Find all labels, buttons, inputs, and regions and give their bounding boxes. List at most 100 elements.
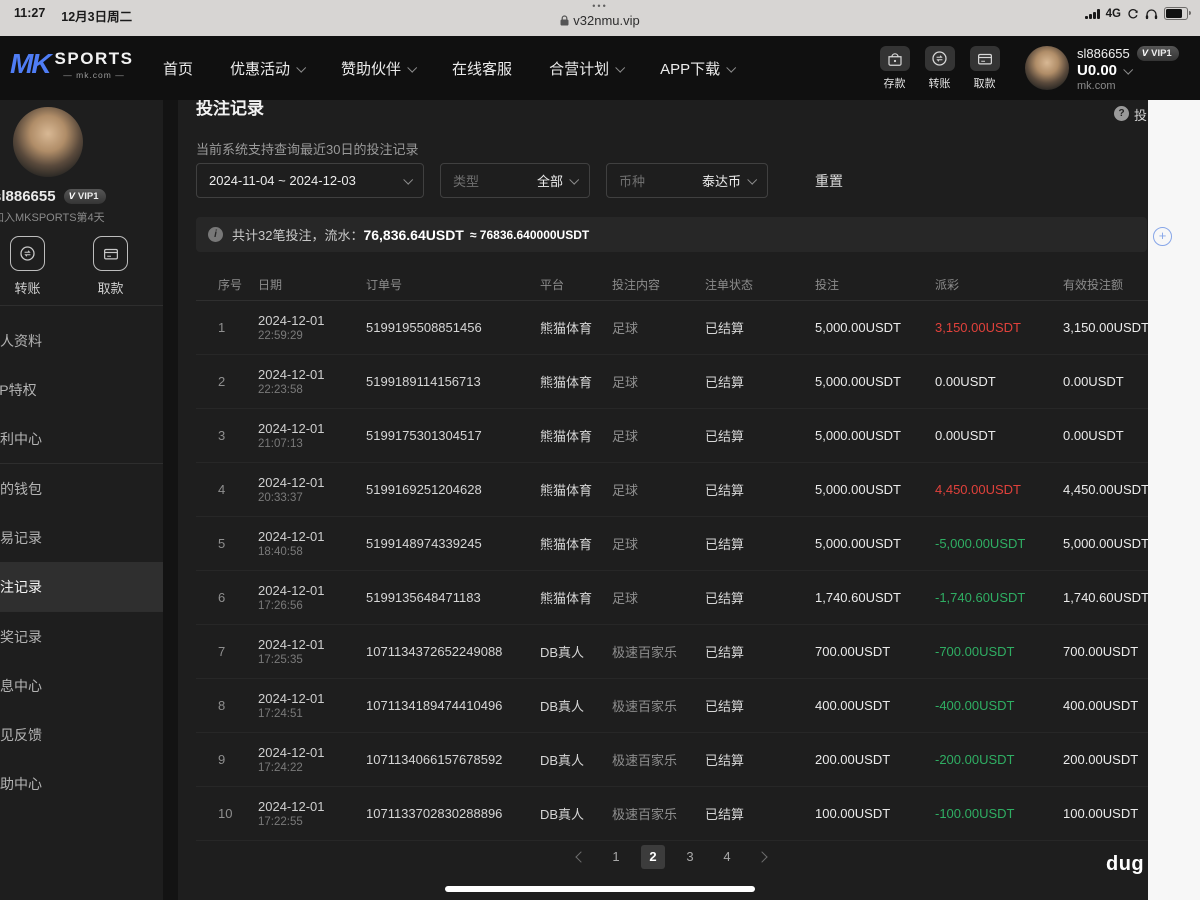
balance-dropdown[interactable]: U0.00 (1077, 62, 1179, 79)
signal-icon (1085, 8, 1100, 19)
add-circle-icon[interactable]: + (1153, 227, 1172, 246)
cell-date: 2024-12-01 17:25:35 (258, 637, 366, 667)
nav-quick-actions: 存款 转账 取款 (872, 46, 1007, 91)
username: sl886655 (1077, 46, 1130, 61)
sidebar-item-label: 我的钱包 (0, 480, 42, 497)
date-range-picker[interactable]: 2024-11-04 ~ 2024-12-03 (196, 163, 424, 198)
cell-status: 已结算 (705, 429, 745, 444)
chevron-down-icon (403, 174, 414, 185)
deposit-icon (879, 46, 910, 71)
cell-status: 已结算 (705, 537, 745, 552)
table-row: 2 2024-12-01 22:23:58 5199189114156713 熊猫体育足… (196, 355, 1200, 409)
page-button-2[interactable]: 2 (641, 845, 665, 869)
cell-content: 极速百家乐 (612, 699, 678, 714)
help-icon[interactable]: ? (1114, 106, 1129, 121)
address-bar[interactable]: v32nmu.vip (0, 13, 1200, 28)
date-value: 2024-12-01 (258, 582, 325, 598)
sidebar-avatar[interactable] (13, 107, 83, 177)
quick-action-存款[interactable]: 存款 (872, 46, 917, 91)
nav-item-1[interactable]: 首页 (163, 58, 193, 79)
avatar[interactable] (1025, 46, 1069, 90)
cell-date: 2024-12-01 17:26:56 (258, 583, 366, 613)
sidebar-item-个人资料[interactable]: 个人资料 (0, 316, 163, 365)
quick-action-转账[interactable]: 转账 (917, 46, 962, 91)
divider (0, 305, 163, 306)
sidebar-item-消息中心[interactable]: 消息中心 (0, 661, 163, 710)
sidebar-item-福利中心[interactable]: 福利中心 (0, 414, 163, 463)
cell-status: 已结算 (705, 321, 745, 336)
date-value: 2024-12-01 (258, 312, 325, 328)
sidebar-item-我的钱包[interactable]: 我的钱包 (0, 464, 163, 513)
sidebar-item-帮助中心[interactable]: 帮助中心 (0, 759, 163, 808)
prev-page-button[interactable] (575, 851, 587, 863)
type-value: 全部 (536, 174, 563, 189)
currency-select[interactable]: 币种 泰达币 (606, 163, 768, 198)
sidebar-item-VIP特权[interactable]: VIP特权 (0, 365, 163, 414)
nav-right: 存款 转账 取款 sl886655 V VIP1 U0.00 mk.com (872, 46, 1179, 92)
cell-payout: -5,000.00USDT (935, 536, 1026, 551)
cell-date: 2024-12-01 18:40:58 (258, 529, 366, 559)
sidebar-item-中奖记录[interactable]: 中奖记录 (0, 612, 163, 661)
chevron-down-icon (747, 174, 758, 185)
cell-payout: 3,150.00USDT (935, 320, 1021, 335)
type-select[interactable]: 类型 全部 (440, 163, 590, 198)
nav-item-5[interactable]: 合营计划 (549, 58, 626, 79)
nav-item-3[interactable]: 赞助伙伴 (341, 58, 418, 79)
table-row: 6 2024-12-01 17:26:56 5199135648471183 熊猫体育足… (196, 571, 1200, 625)
home-indicator[interactable] (445, 886, 755, 892)
page-button-4[interactable]: 4 (715, 845, 739, 869)
top-nav: MK SPORTS — mk.com — 首页 优惠活动 赞助伙伴 在线客服 合营计划 A… (0, 36, 1200, 100)
menu-group-2: 我的钱包交易记录投注记录 (0, 464, 163, 611)
date-value: 2024-12-01 (258, 744, 325, 760)
next-page-button[interactable] (756, 851, 768, 863)
quick-action-取款[interactable]: 取款 (962, 46, 1007, 91)
cell-date: 2024-12-01 22:23:58 (258, 367, 366, 397)
summary-amount: 76,836.64USDT (363, 226, 464, 243)
column-header-2: 日期 (258, 277, 283, 292)
brand-logo[interactable]: MK SPORTS — mk.com — (10, 48, 133, 80)
info-icon: i (208, 227, 223, 242)
cell-bet: 100.00USDT (815, 806, 891, 821)
sidebar-action-转账[interactable]: 转账 (10, 236, 45, 297)
nav-item-6[interactable]: APP下载 (660, 58, 737, 79)
nav-item-4[interactable]: 在线客服 (452, 58, 512, 79)
browser-menu-dots[interactable]: ••• (0, 2, 1200, 11)
cell-bet: 5,000.00USDT (815, 320, 901, 335)
nav-item-label: 在线客服 (452, 60, 513, 78)
cell-bet: 700.00USDT (815, 644, 891, 659)
sidebar-action-取款[interactable]: 取款 (93, 236, 128, 297)
network-type: 4G (1105, 7, 1121, 20)
sidebar-username: sl886655 (0, 188, 56, 205)
currency-label: 币种 (619, 174, 646, 189)
date-value: 2024-12-01 (258, 690, 325, 706)
filter-bar: 2024-11-04 ~ 2024-12-03 类型 全部 币种 泰达币 重置 (196, 162, 843, 199)
column-header-3: 订单号 (366, 277, 403, 292)
cell-status: 已结算 (705, 753, 745, 768)
summary-bar: i 共计32笔投注，流水： 76,836.64USDT ≈ 76836.6400… (196, 217, 1147, 252)
time-value: 17:26:56 (258, 599, 303, 612)
column-header-7: 投注 (815, 277, 840, 292)
page-button-1[interactable]: 1 (604, 845, 628, 869)
column-header-1: 序号 (218, 277, 243, 292)
cell-bet: 200.00USDT (815, 752, 891, 767)
cell-platform: 熊猫体育 (540, 537, 593, 552)
nav-item-label: 优惠活动 (230, 60, 291, 78)
time-value: 18:40:58 (258, 545, 303, 558)
page-button-3[interactable]: 3 (678, 845, 702, 869)
page-subtitle: 当前系统支持查询最近30日的投注记录 (196, 142, 419, 157)
cell-status: 已结算 (705, 375, 745, 390)
sidebar-item-意见反馈[interactable]: 意见反馈 (0, 710, 163, 759)
table-row: 8 2024-12-01 17:24:51 1071134189474410496 DB… (196, 679, 1200, 733)
nav-item-2[interactable]: 优惠活动 (230, 58, 307, 79)
sidebar-item-投注记录[interactable]: 投注记录 (0, 562, 163, 611)
table-row: 3 2024-12-01 21:07:13 5199175301304517 熊猫体育足… (196, 409, 1200, 463)
summary-prefix: 共计32笔投注，流水： (232, 228, 364, 243)
column-header-5: 投注内容 (612, 277, 661, 292)
sidebar-item-交易记录[interactable]: 交易记录 (0, 513, 163, 562)
reset-button[interactable]: 重置 (815, 171, 843, 191)
cell-payout: -700.00USDT (935, 644, 1015, 659)
cell-no: 10 (218, 806, 233, 821)
cell-date: 2024-12-01 21:07:13 (258, 421, 366, 451)
table-row: 9 2024-12-01 17:24:22 1071134066157678592 DB… (196, 733, 1200, 787)
cell-platform: DB真人 (540, 753, 585, 768)
